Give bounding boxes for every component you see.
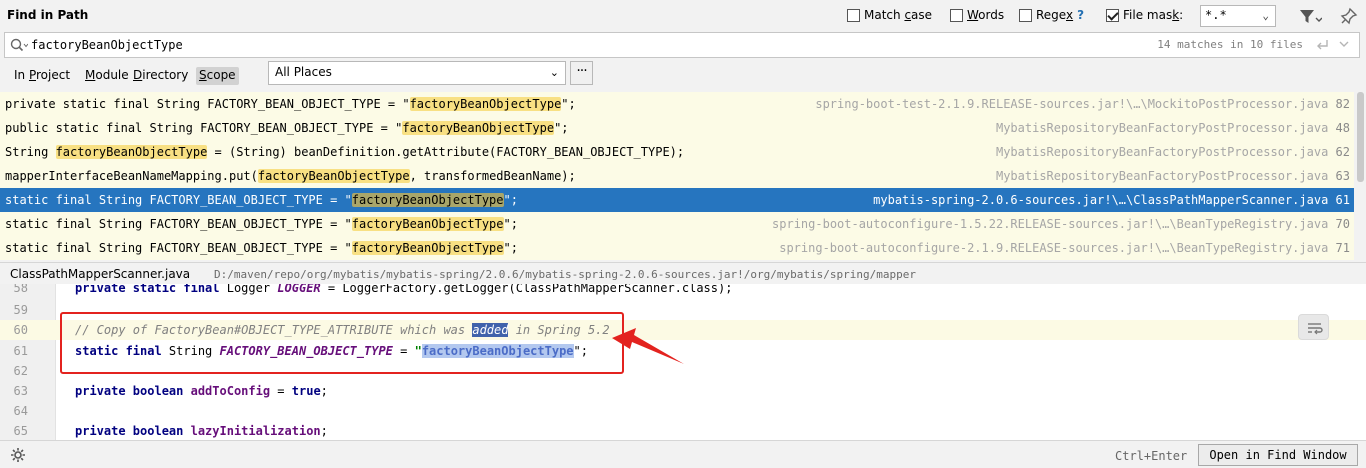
result-row-selected[interactable]: static final String FACTORY_BEAN_OBJECT_… [0,188,1354,212]
words-option[interactable]: Words [950,8,1004,22]
preview-file-name: ClassPathMapperScanner.java [10,267,191,281]
code-line: 63 private boolean addToConfig = true; [13,384,328,398]
result-file: MybatisRepositoryBeanFactoryPostProcesso… [995,145,1350,159]
match-highlight: factoryBeanObjectType [257,169,410,183]
history-icon[interactable] [1337,38,1351,52]
find-header: Find in Path Match case Words Regex ? Fi… [0,0,1366,32]
match-highlight: factoryBeanObjectType [351,217,504,231]
tab-directory[interactable]: Directory [130,67,191,85]
pin-icon[interactable] [1340,7,1358,25]
result-code: mapperInterfaceBeanNameMapping.put(facto… [5,169,576,183]
open-in-find-window-button[interactable]: Open in Find Window [1198,444,1358,466]
words-label: Words [967,8,1005,22]
chevron-down-icon: ⌄ [1262,9,1269,22]
search-field[interactable]: 14 matches in 10 files [4,32,1360,58]
file-mask-value: *.* [1205,8,1227,22]
match-highlight: factoryBeanObjectType [402,121,555,135]
preview-header: ClassPathMapperScanner.java D:/maven/rep… [0,262,1366,284]
result-file: mybatis-spring-2.0.6-sources.jar!\…\Clas… [873,193,1350,207]
result-file: spring-boot-test-2.1.9.RELEASE-sources.j… [815,97,1350,111]
result-code: static final String FACTORY_BEAN_OBJECT_… [5,193,518,207]
result-file: MybatisRepositoryBeanFactoryPostProcesso… [995,121,1350,135]
scope-places-select[interactable]: All Places ⌄ [268,61,566,85]
result-file: spring-boot-autoconfigure-1.5.22.RELEASE… [772,217,1350,231]
results-scrollbar[interactable] [1355,92,1366,260]
scope-row: In Project Module Directory Scope All Pl… [0,60,1366,92]
filter-icon[interactable] [1298,8,1322,26]
tab-in-project[interactable]: In Project [11,67,73,85]
file-mask-label: File mask: [1123,8,1184,22]
result-row[interactable]: public static final String FACTORY_BEAN_… [0,116,1354,140]
regex-label: Regex [1036,8,1074,22]
results-list: private static final String FACTORY_BEAN… [0,92,1354,260]
search-icon[interactable] [10,38,28,52]
code-line: 65 private boolean lazyInitialization; [13,424,328,438]
soft-wrap-button[interactable] [1298,314,1329,340]
result-code: public static final String FACTORY_BEAN_… [5,121,569,135]
tab-scope[interactable]: Scope [196,67,239,85]
result-row[interactable]: mapperInterfaceBeanNameMapping.put(facto… [0,164,1354,188]
gear-icon[interactable] [10,447,26,463]
dialog-title: Find in Path [7,8,89,22]
code-line: 64 [13,404,28,418]
soft-wrap-icon [1308,323,1323,335]
annotation-arrow-icon [612,328,684,364]
scope-places-value: All Places [275,65,332,79]
shortcut-hint: Ctrl+Enter [1115,449,1188,463]
match-case-label: Match case [864,8,933,22]
result-row[interactable]: private static final String FACTORY_BEAN… [0,92,1354,116]
dialog-footer: Ctrl+Enter Open in Find Window [0,440,1366,468]
match-case-checkbox[interactable] [847,8,860,22]
scrollbar-thumb[interactable] [1357,92,1364,182]
code-line: 58 private static final Logger LOGGER = … [13,284,733,295]
match-highlight: factoryBeanObjectType [55,145,208,159]
match-highlight: factoryBeanObjectType [351,241,504,255]
result-code: static final String FACTORY_BEAN_OBJECT_… [5,241,518,255]
scope-more-button[interactable]: ··· [570,61,593,85]
annotation-box [60,312,624,374]
result-code: private static final String FACTORY_BEAN… [5,97,576,111]
result-row[interactable]: static final String FACTORY_BEAN_OBJECT_… [0,212,1354,236]
file-mask-select[interactable]: *.* ⌄ [1200,5,1276,27]
result-row[interactable]: static final String FACTORY_BEAN_OBJECT_… [0,236,1354,260]
new-line-icon[interactable] [1315,38,1329,52]
match-count: 14 matches in 10 files [1157,38,1303,51]
result-code: static final String FACTORY_BEAN_OBJECT_… [5,217,518,231]
match-case-option[interactable]: Match case [847,8,932,22]
search-input[interactable] [31,35,931,55]
regex-help-link[interactable]: ? [1077,8,1084,22]
result-file: spring-boot-autoconfigure-2.1.9.RELEASE-… [779,241,1350,255]
regex-checkbox[interactable] [1019,8,1032,22]
preview-file-path: D:/maven/repo/org/mybatis/mybatis-spring… [214,268,916,281]
result-row[interactable]: String factoryBeanObjectType = (String) … [0,140,1354,164]
file-mask-option[interactable]: File mask: [1106,8,1183,22]
chevron-down-icon: ⌄ [549,66,559,79]
words-checkbox[interactable] [950,8,963,22]
tab-module[interactable]: Module [82,67,132,85]
result-file: MybatisRepositoryBeanFactoryPostProcesso… [995,169,1350,183]
regex-option[interactable]: Regex ? [1019,8,1084,22]
match-highlight: factoryBeanObjectType [409,97,562,111]
file-mask-checkbox[interactable] [1106,8,1119,22]
result-code: String factoryBeanObjectType = (String) … [5,145,685,159]
match-highlight: factoryBeanObjectType [351,193,504,207]
